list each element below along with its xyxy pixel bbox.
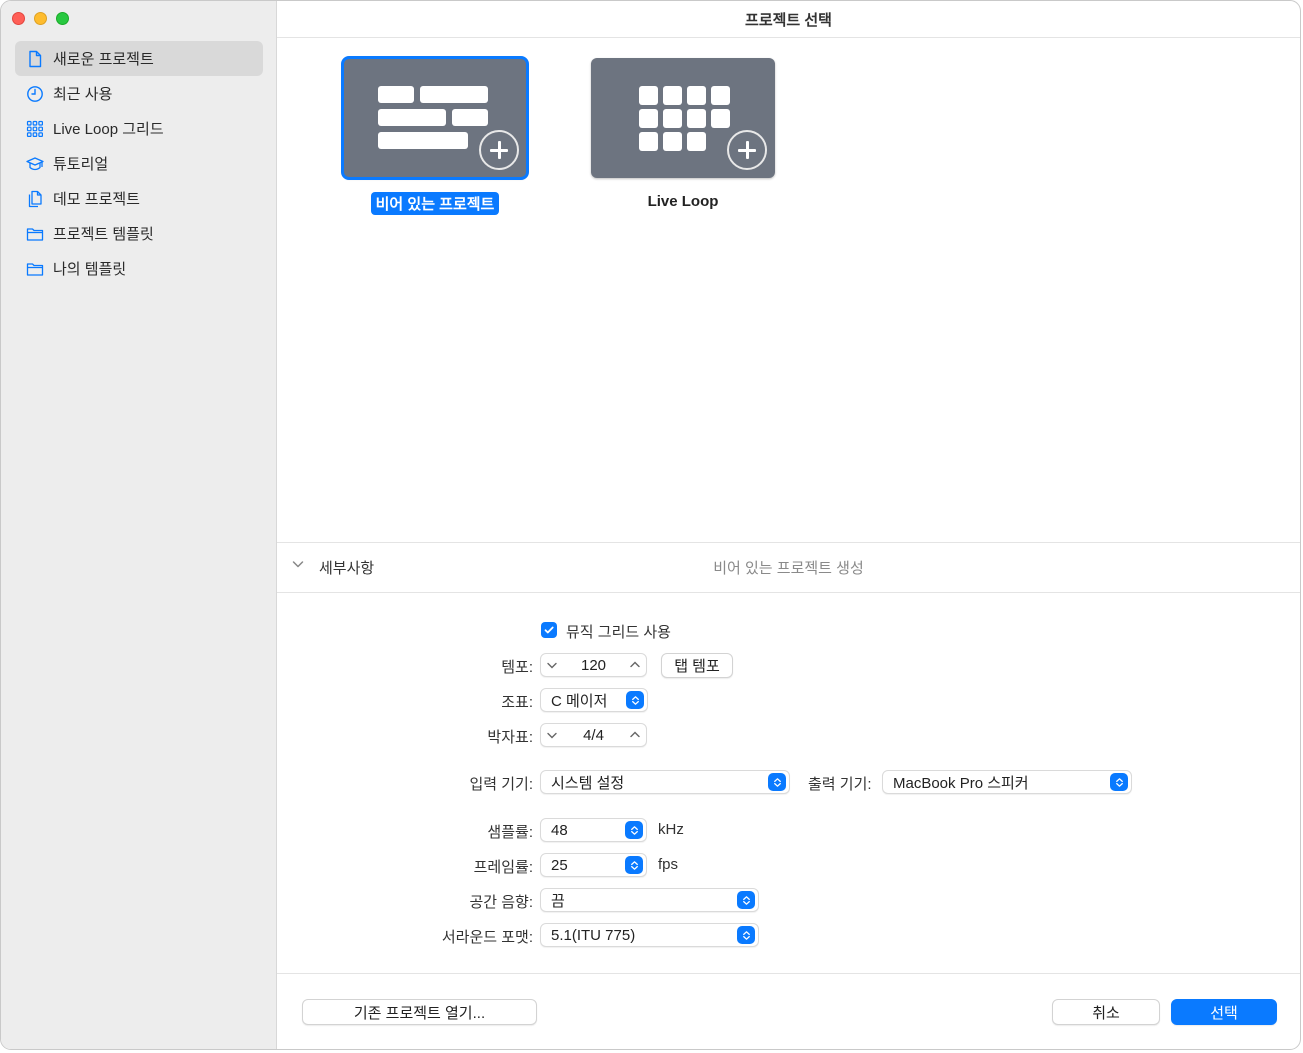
sidebar-item-new-project[interactable]: 새로운 프로젝트 [15, 41, 263, 76]
choose-button[interactable]: 선택 [1171, 999, 1277, 1025]
time-signature-label: 박자표: [487, 729, 533, 746]
sidebar-item-tutorials[interactable]: 튜토리얼 [15, 146, 263, 181]
window-title: 프로젝트 선택 [277, 1, 1300, 38]
tile-label: 비어 있는 프로젝트 [370, 192, 500, 215]
key-value: C 메이저 [551, 692, 608, 710]
sidebar: 새로운 프로젝트 최근 사용 Live Loop 그리드 튜토리얼 데모 프로젝… [1, 1, 277, 1049]
key-label: 조표: [501, 694, 533, 711]
sidebar-item-project-templates[interactable]: 프로젝트 템플릿 [15, 216, 263, 251]
chevron-up-down-icon [737, 891, 755, 909]
sidebar-item-recent[interactable]: 최근 사용 [15, 76, 263, 111]
details-subtitle: 비어 있는 프로젝트 생성 [713, 560, 864, 577]
sample-rate-popup[interactable]: 48 [540, 818, 647, 842]
sample-rate-unit: kHz [658, 821, 684, 838]
sidebar-item-label: 최근 사용 [53, 86, 113, 103]
sidebar-item-label: 새로운 프로젝트 [53, 51, 154, 68]
time-signature-value[interactable]: 4/4 [563, 727, 624, 744]
spatial-audio-value: 끔 [551, 892, 565, 910]
input-device-value: 시스템 설정 [551, 774, 625, 792]
tempo-label: 템포: [501, 659, 533, 676]
music-grid-checkbox[interactable] [541, 622, 557, 638]
plus-icon [479, 130, 519, 170]
frame-rate-unit: fps [658, 856, 679, 873]
documents-icon [25, 189, 45, 209]
sidebar-item-my-templates[interactable]: 나의 템플릿 [15, 251, 263, 286]
surround-format-value: 5.1(ITU 775) [551, 926, 636, 944]
frame-rate-popup[interactable]: 25 [540, 853, 647, 877]
chevron-down-icon[interactable] [541, 729, 563, 741]
chevron-up-down-icon [625, 821, 643, 839]
tempo-value[interactable]: 120 [563, 657, 624, 674]
sample-rate-value: 48 [551, 821, 568, 839]
chevron-up-down-icon [625, 856, 643, 874]
tempo-stepper[interactable]: 120 [540, 653, 647, 677]
sidebar-item-demo-projects[interactable]: 데모 프로젝트 [15, 181, 263, 216]
live-loop-icon[interactable] [591, 58, 775, 178]
input-device-popup[interactable]: 시스템 설정 [540, 770, 790, 794]
project-chooser-window: 새로운 프로젝트 최근 사용 Live Loop 그리드 튜토리얼 데모 프로젝… [0, 0, 1301, 1050]
input-device-label: 입력 기기: [469, 776, 533, 793]
tile-label: Live Loop [647, 193, 719, 210]
plus-icon [727, 130, 767, 170]
chevron-up-down-icon [768, 773, 786, 791]
cancel-button[interactable]: 취소 [1052, 999, 1160, 1025]
output-device-popup[interactable]: MacBook Pro 스피커 [882, 770, 1132, 794]
surround-format-label: 서라운드 포맷: [441, 929, 533, 946]
chevron-up-icon[interactable] [624, 729, 646, 741]
zoom-window-button[interactable] [56, 12, 69, 25]
footer: 기존 프로젝트 열기... 취소 선택 [277, 973, 1300, 1049]
surround-format-popup[interactable]: 5.1(ITU 775) [540, 923, 759, 947]
checkmark-icon [544, 626, 554, 634]
project-gallery: 비어 있는 프로젝트 Live Loop [277, 37, 1300, 542]
chevron-down-icon[interactable] [541, 659, 563, 671]
sidebar-item-label: 튜토리얼 [53, 156, 109, 173]
details-form: 뮤직 그리드 사용 템포: 120 탭 템포 조표: C 메이저 박자표: 4/… [277, 591, 1300, 973]
music-grid-label: 뮤직 그리드 사용 [566, 624, 671, 641]
tile-live-loop[interactable]: Live Loop [589, 58, 777, 211]
spatial-audio-label: 공간 음향: [469, 894, 533, 911]
sample-rate-label: 샘플률: [487, 824, 533, 841]
sidebar-item-label: 프로젝트 템플릿 [53, 226, 154, 243]
grid-icon [25, 119, 45, 139]
time-signature-stepper[interactable]: 4/4 [540, 723, 647, 747]
sidebar-item-label: Live Loop 그리드 [53, 121, 164, 138]
sidebar-item-label: 나의 템플릿 [53, 261, 127, 278]
tap-tempo-button[interactable]: 탭 템포 [661, 653, 733, 678]
open-existing-project-button[interactable]: 기존 프로젝트 열기... [302, 999, 537, 1025]
details-bar: 세부사항 비어 있는 프로젝트 생성 [277, 542, 1300, 593]
close-window-button[interactable] [12, 12, 25, 25]
folder-icon [25, 259, 45, 279]
tile-empty-project[interactable]: 비어 있는 프로젝트 [341, 56, 529, 215]
frame-rate-value: 25 [551, 856, 568, 874]
chevron-up-down-icon [1110, 773, 1128, 791]
document-icon [25, 49, 45, 69]
window-controls [12, 12, 69, 25]
output-device-value: MacBook Pro 스피커 [893, 774, 1029, 792]
chevron-up-down-icon [737, 926, 755, 944]
folder-icon [25, 224, 45, 244]
graduation-cap-icon [25, 154, 45, 174]
output-device-label: 출력 기기: [808, 776, 872, 793]
frame-rate-label: 프레임률: [473, 859, 533, 876]
sidebar-nav: 새로운 프로젝트 최근 사용 Live Loop 그리드 튜토리얼 데모 프로젝… [15, 41, 263, 286]
sidebar-item-live-loop-grid[interactable]: Live Loop 그리드 [15, 111, 263, 146]
spatial-audio-popup[interactable]: 끔 [540, 888, 759, 912]
clock-icon [25, 84, 45, 104]
key-popup[interactable]: C 메이저 [540, 688, 648, 712]
empty-project-icon[interactable] [341, 56, 529, 180]
chevron-up-icon[interactable] [624, 659, 646, 671]
chevron-up-down-icon [626, 691, 644, 709]
minimize-window-button[interactable] [34, 12, 47, 25]
sidebar-item-label: 데모 프로젝트 [53, 191, 140, 208]
